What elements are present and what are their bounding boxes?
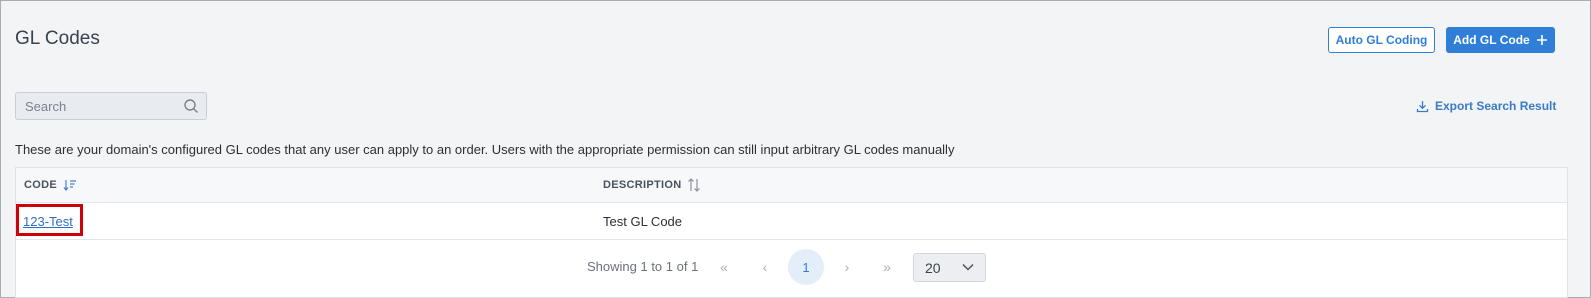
pagination: Showing 1 to 1 of 1 « ‹ 1 › » 20 xyxy=(16,240,1567,295)
per-page-value: 20 xyxy=(925,259,941,276)
export-search-result-link[interactable]: Export Search Result xyxy=(1416,99,1556,113)
page-title: GL Codes xyxy=(15,28,100,49)
code-cell: 123-Test xyxy=(23,203,73,239)
column-header-label: DESCRIPTION xyxy=(603,179,682,191)
per-page-select[interactable]: 20 xyxy=(913,253,986,282)
description-cell: Test GL Code xyxy=(603,213,683,229)
first-page-button[interactable]: « xyxy=(714,256,734,278)
table-row: 123-Test Test GL Code xyxy=(16,203,1567,240)
add-gl-code-label: Add GL Code xyxy=(1453,33,1530,47)
search-input[interactable] xyxy=(16,93,194,119)
sort-descending-icon[interactable] xyxy=(63,179,77,191)
search-box xyxy=(15,92,207,120)
export-label: Export Search Result xyxy=(1435,99,1557,113)
auto-gl-coding-label: Auto GL Coding xyxy=(1335,33,1428,47)
add-gl-code-button[interactable]: Add GL Code xyxy=(1446,27,1555,53)
previous-page-button[interactable]: ‹ xyxy=(755,256,775,278)
next-page-button[interactable]: › xyxy=(837,256,857,278)
table-header: CODE DESCRIPTION xyxy=(16,168,1567,203)
code-link[interactable]: 123-Test xyxy=(23,214,73,229)
last-page-button[interactable]: » xyxy=(877,256,897,278)
sort-icon[interactable] xyxy=(687,178,701,192)
search-icon[interactable] xyxy=(183,98,199,114)
column-header-code[interactable]: CODE xyxy=(24,168,77,202)
chevron-down-icon xyxy=(962,263,974,271)
gl-codes-table: CODE DESCRIPTION 123-Test Test GL Code S… xyxy=(15,167,1568,298)
plus-icon xyxy=(1536,35,1547,45)
page-number-1[interactable]: 1 xyxy=(788,249,824,285)
auto-gl-coding-button[interactable]: Auto GL Coding xyxy=(1328,27,1435,53)
download-icon xyxy=(1416,100,1429,112)
column-header-label: CODE xyxy=(24,179,57,191)
page-description: These are your domain's configured GL co… xyxy=(15,142,955,157)
pagination-summary: Showing 1 to 1 of 1 xyxy=(587,259,699,274)
column-header-description[interactable]: DESCRIPTION xyxy=(603,168,701,202)
